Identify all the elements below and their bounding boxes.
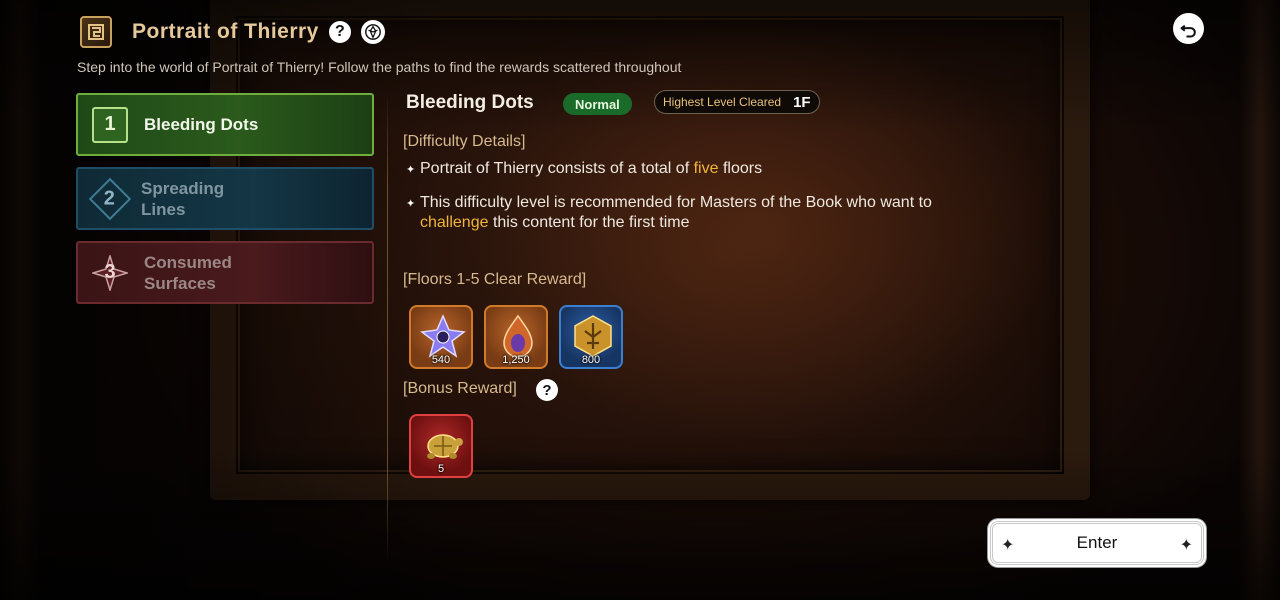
tab-label: Spreading Lines	[141, 178, 225, 219]
clear-reward-heading: [Floors 1-5 Clear Reward]	[403, 271, 587, 288]
tab-consumed-surfaces[interactable]: 3 Consumed Surfaces	[76, 241, 374, 304]
tab-label: Consumed Surfaces	[144, 252, 232, 293]
help-icon[interactable]: ?	[328, 21, 351, 43]
reward-item-crystal-star[interactable]: 540	[409, 305, 473, 369]
reward-item-gold-emblem[interactable]: 800	[559, 305, 623, 369]
sparkle-icon: ✦	[1179, 537, 1193, 554]
flame-gem-icon	[503, 314, 533, 358]
bonus-reward-heading: [Bonus Reward]	[403, 380, 517, 397]
tab-label: Bleeding Dots	[144, 115, 259, 134]
enter-button[interactable]: ✦ Enter ✦	[990, 521, 1204, 565]
crystal-star-icon	[420, 314, 466, 358]
panel-divider	[387, 92, 388, 562]
difficulty-details-heading: [Difficulty Details]	[403, 133, 526, 150]
page-subtitle: Step into the world of Portrait of Thier…	[77, 59, 682, 75]
header: Portrait of Thierry ?	[80, 14, 385, 50]
tab-spreading-lines[interactable]: 2 Spreading Lines	[76, 167, 374, 230]
sparkle-icon: ✦	[406, 164, 416, 176]
gold-emblem-icon	[574, 315, 612, 357]
enter-label: Enter	[1076, 533, 1118, 552]
reward-count: 540	[431, 354, 451, 366]
difficulty-badge: Normal	[563, 93, 632, 115]
reward-item-flame-gem[interactable]: 1,250	[484, 305, 548, 369]
tab-number-badge: 3	[92, 254, 128, 291]
gold-turtle-icon	[427, 434, 463, 459]
highest-level-value: 1F	[793, 93, 811, 111]
stage-title: Bleeding Dots	[406, 92, 534, 113]
highest-level-label: Highest Level Cleared	[663, 95, 782, 109]
bonus-help-icon[interactable]: ?	[536, 379, 558, 401]
detail-bullet-1: ✦ Portrait of Thierry consists of a tota…	[406, 159, 762, 180]
sparkle-icon: ✦	[1001, 537, 1015, 554]
undo-arrow-icon	[1180, 24, 1196, 37]
tab-bleeding-dots[interactable]: 1 Bleeding Dots	[76, 93, 374, 156]
highest-level-box: Highest Level Cleared 1F	[654, 90, 820, 114]
map-icon	[80, 16, 112, 48]
back-button[interactable]	[1173, 13, 1204, 44]
reward-count: 1,250	[502, 354, 530, 366]
tab-number-badge: 1	[92, 106, 128, 143]
reward-count: 800	[581, 354, 601, 366]
sparkle-icon: ✦	[406, 198, 416, 210]
page-title: Portrait of Thierry	[132, 20, 319, 43]
reward-count: 5	[437, 463, 445, 475]
emblem-icon[interactable]	[360, 20, 385, 44]
reward-item-gold-turtle[interactable]: 5	[409, 414, 473, 478]
detail-bullet-2: ✦ This difficulty level is recommended f…	[406, 194, 932, 231]
tab-number-badge: 2	[88, 177, 132, 220]
